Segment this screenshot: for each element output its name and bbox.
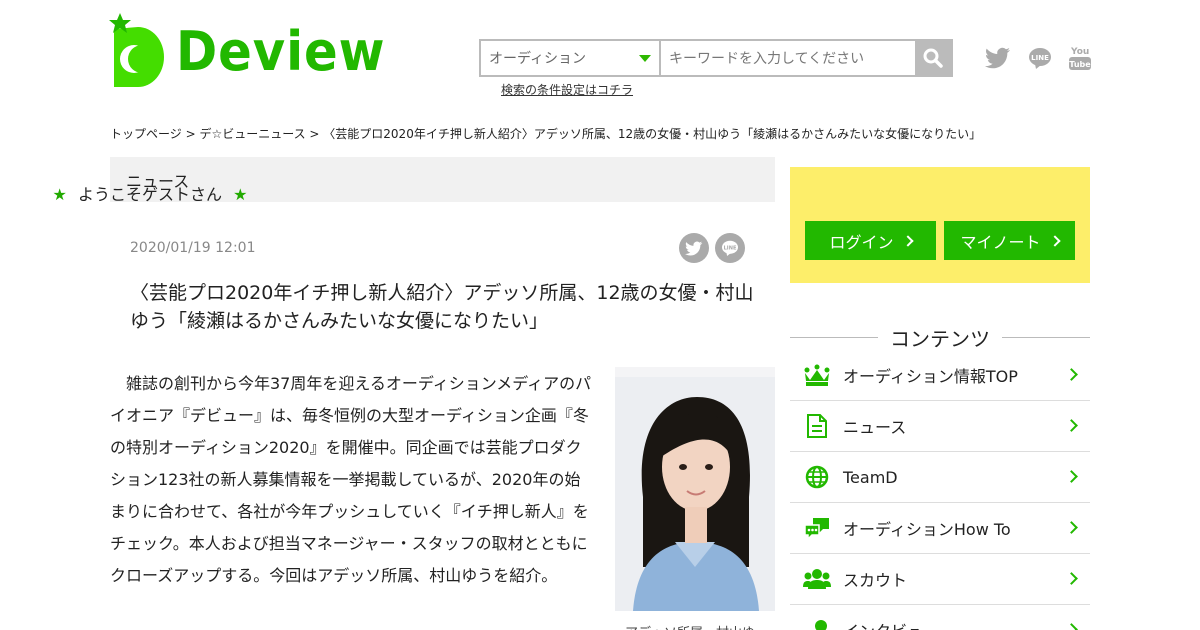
menu-item-label: ニュース	[843, 418, 907, 437]
mynote-button[interactable]: マイノート	[944, 221, 1075, 260]
menu-item-scout[interactable]: スカウト	[790, 554, 1090, 605]
welcome-text: ようこそゲストさん	[77, 185, 222, 204]
search-icon	[923, 48, 943, 68]
menu-item-label: オーディション情報TOP	[843, 367, 1018, 386]
contents-heading-label: コンテンツ	[890, 326, 990, 351]
logo-mark-icon	[108, 13, 166, 89]
dropdown-arrow-icon	[639, 54, 651, 62]
menu-item-teamd[interactable]: TeamD	[790, 452, 1090, 503]
twitter-icon	[685, 241, 703, 256]
star-icon: ★	[52, 185, 67, 204]
menu-item-audition-top[interactable]: オーディション情報TOP	[790, 350, 1090, 401]
search-button[interactable]	[915, 41, 951, 75]
svg-text:Tube: Tube	[1069, 60, 1091, 69]
chevron-right-icon	[1048, 234, 1061, 247]
star-icon: ★	[233, 185, 248, 204]
category-select[interactable]: オーディション	[481, 41, 659, 75]
breadcrumb[interactable]: トップページ > デ☆ビューニュース > 〈芸能プロ2020年イチ押し新人紹介〉…	[110, 125, 981, 142]
menu-item-label: インタビュー	[843, 618, 939, 630]
crown-icon	[790, 350, 843, 401]
category-select-value: オーディション	[489, 51, 587, 67]
line-icon: LINE	[722, 240, 738, 256]
contents-menu: オーディション情報TOP ニュース TeamD オーディションHow To スカ…	[790, 350, 1090, 630]
chat-icon	[790, 503, 843, 554]
menu-item-label: オーディションHow To	[843, 520, 1011, 539]
globe-icon	[790, 452, 843, 503]
chevron-right-icon	[1065, 572, 1078, 585]
document-icon	[790, 401, 843, 452]
chevron-right-icon	[1065, 623, 1078, 630]
svg-text:LINE: LINE	[1031, 54, 1049, 62]
menu-item-audition-howto[interactable]: オーディションHow To	[790, 503, 1090, 554]
chevron-right-icon	[1065, 521, 1078, 534]
line-icon[interactable]: LINE	[1028, 44, 1052, 72]
divider	[1002, 336, 1090, 338]
share-twitter-button[interactable]	[679, 233, 709, 263]
mynote-button-label: マイノート	[960, 232, 1041, 252]
microphone-icon	[790, 605, 843, 630]
share-line-button[interactable]: LINE	[715, 233, 745, 263]
photo-caption: アデッソ所属、村山ゆ	[625, 622, 755, 630]
keyword-input[interactable]: キーワードを入力してください	[661, 41, 915, 75]
svg-text:LINE: LINE	[724, 245, 737, 251]
article-title: 〈芸能プロ2020年イチ押し新人紹介〉アデッソ所属、12歳の女優・村山ゆう「綾瀬…	[130, 282, 754, 332]
divider	[790, 336, 878, 338]
chevron-right-icon	[901, 234, 914, 247]
contents-heading: コンテンツ	[790, 322, 1090, 352]
login-button-label: ログイン	[829, 232, 894, 252]
menu-item-news[interactable]: ニュース	[790, 401, 1090, 452]
site-logo[interactable]: Deview	[108, 12, 385, 90]
chevron-right-icon	[1065, 470, 1078, 483]
article-body: 雑誌の創刊から今年37周年を迎えるオーディションメディアのパイオニア『デビュー』…	[110, 374, 592, 585]
people-icon	[790, 554, 843, 605]
logo-text: Deview	[176, 19, 386, 83]
chevron-right-icon	[1065, 419, 1078, 432]
search-bar: オーディション キーワードを入力してください	[479, 39, 953, 77]
twitter-icon[interactable]	[984, 44, 1012, 72]
youtube-icon[interactable]: You Tube	[1069, 44, 1091, 72]
article-date: 2020/01/19 12:01	[130, 240, 256, 256]
chevron-right-icon	[1065, 368, 1078, 381]
svg-text:You: You	[1070, 47, 1089, 57]
welcome-message: ★ ようこそゲストさん ★	[0, 181, 300, 205]
search-condition-link[interactable]: 検索の条件設定はコチラ	[501, 81, 633, 98]
article-photo[interactable]	[615, 367, 775, 611]
login-button[interactable]: ログイン	[805, 221, 936, 260]
menu-item-label: TeamD	[843, 467, 898, 487]
keyword-input-placeholder: キーワードを入力してください	[669, 51, 865, 67]
menu-item-label: スカウト	[843, 571, 908, 590]
menu-item-interview[interactable]: インタビュー	[790, 605, 1090, 630]
